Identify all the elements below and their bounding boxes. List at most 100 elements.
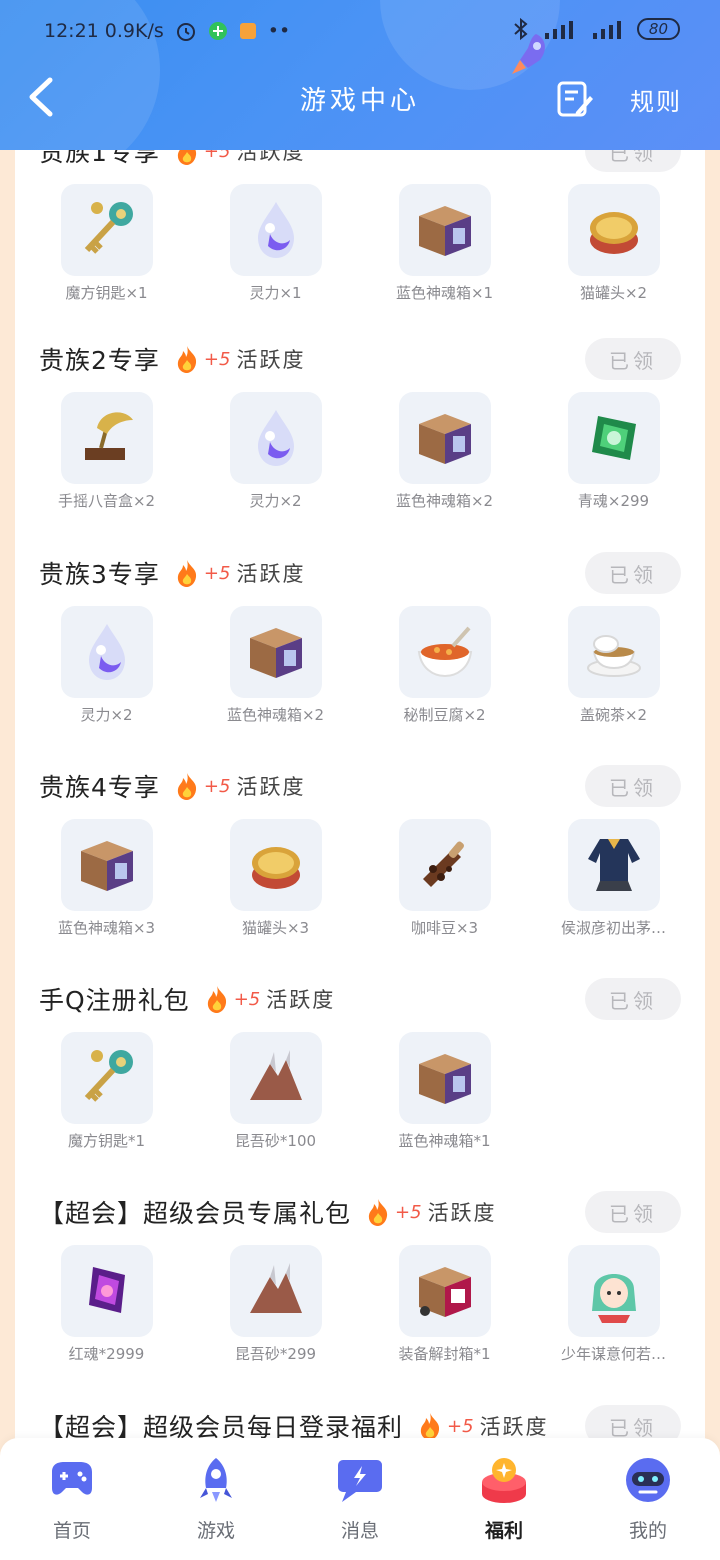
reward-item[interactable]: 蓝色神魂箱×2 bbox=[191, 606, 360, 725]
claimed-button[interactable]: 已领 bbox=[585, 552, 681, 594]
bonus-label: 活跃度 bbox=[236, 150, 306, 164]
status-bar: 12:21 0.9K/s •• 80 bbox=[0, 0, 720, 62]
item-label: 蓝色神魂箱×3 bbox=[57, 919, 156, 937]
blue-box-icon bbox=[418, 1054, 471, 1104]
reward-item[interactable]: 魔方钥匙×1 bbox=[22, 184, 191, 303]
tab-home[interactable]: 首页 bbox=[0, 1438, 144, 1560]
item-label: 秘制豆腐×2 bbox=[403, 706, 486, 724]
item-label: 侯淑彦初出茅… bbox=[560, 919, 666, 937]
reward-item[interactable]: 侯淑彦初出茅… bbox=[529, 819, 698, 938]
tab-label: 游戏 bbox=[196, 1520, 235, 1542]
sand-icon bbox=[249, 1050, 302, 1100]
reward-item[interactable]: 蓝色神魂箱*1 bbox=[360, 1032, 529, 1151]
tofu-icon bbox=[417, 626, 472, 678]
blue-box-icon bbox=[418, 414, 471, 464]
reward-item[interactable]: 魔方钥匙*1 bbox=[22, 1032, 191, 1151]
spirit-drop-icon bbox=[88, 624, 125, 680]
section-header: 贵族1专享 +5 活跃度 bbox=[39, 150, 305, 172]
status-time: 12:21 0.9K/s bbox=[44, 20, 164, 42]
key-icon bbox=[84, 202, 133, 254]
item-label: 猫罐头×3 bbox=[241, 919, 310, 937]
section-title: 【超会】超级会员专属礼包 bbox=[39, 1199, 352, 1228]
item-label: 蓝色神魂箱×1 bbox=[395, 284, 494, 302]
claimed-button[interactable]: 已领 bbox=[585, 150, 681, 172]
tab-welfare[interactable]: 福利 bbox=[432, 1438, 576, 1560]
claimed-button[interactable]: 已领 bbox=[585, 338, 681, 380]
claimed-button[interactable]: 已领 bbox=[585, 978, 681, 1020]
equip-box-icon bbox=[418, 1267, 471, 1317]
bonus-value: +5 bbox=[203, 150, 231, 162]
tab-games[interactable]: 游戏 bbox=[144, 1438, 288, 1560]
item-label: 魔方钥匙*1 bbox=[67, 1132, 146, 1150]
rocket-icon bbox=[200, 1458, 232, 1502]
bluetooth-icon bbox=[514, 17, 528, 41]
reward-item[interactable]: 猫罐头×3 bbox=[191, 819, 360, 938]
fire-icon bbox=[177, 346, 197, 373]
section-header: 贵族3专享 +5 活跃度 bbox=[39, 552, 305, 594]
item-label: 昆吾砂*100 bbox=[234, 1132, 317, 1150]
spirit-drop-icon bbox=[257, 202, 294, 258]
item-label: 蓝色神魂箱×2 bbox=[226, 706, 325, 724]
more-dots-icon: •• bbox=[267, 20, 291, 42]
item-label: 蓝色神魂箱*1 bbox=[398, 1132, 491, 1150]
fire-icon bbox=[177, 773, 197, 800]
bonus-label: 活跃度 bbox=[236, 562, 306, 586]
reward-item[interactable]: 红魂*2999 bbox=[22, 1245, 191, 1364]
reward-item[interactable]: 猫罐头×2 bbox=[529, 184, 698, 303]
wechat-notify-icon bbox=[208, 22, 227, 40]
bonus-label: 活跃度 bbox=[236, 775, 306, 799]
reward-item[interactable]: 青魂×299 bbox=[529, 392, 698, 511]
reward-item[interactable]: 装备解封箱*1 bbox=[360, 1245, 529, 1364]
tab-label: 我的 bbox=[628, 1520, 667, 1542]
item-label: 灵力×1 bbox=[249, 284, 302, 302]
fire-icon bbox=[177, 560, 197, 587]
reward-item[interactable]: 灵力×1 bbox=[191, 184, 360, 303]
bonus-value: +5 bbox=[203, 775, 231, 797]
reward-item[interactable]: 少年谋意何若… bbox=[529, 1245, 698, 1364]
avatar-icon bbox=[591, 1274, 636, 1323]
reward-item[interactable]: 蓝色神魂箱×2 bbox=[360, 392, 529, 511]
item-label: 盖碗茶×2 bbox=[579, 706, 648, 724]
rules-link[interactable]: 规则 bbox=[630, 82, 682, 117]
fire-icon bbox=[368, 1199, 388, 1226]
section-header: 【超会】超级会员每日登录福利 +5 活跃度 bbox=[39, 1405, 549, 1440]
item-row: 魔方钥匙×1 灵力×1 蓝色神魂箱×1 猫罐头×2 bbox=[15, 184, 705, 324]
spirit-drop-icon bbox=[257, 410, 294, 466]
reward-item[interactable]: 咖啡豆×3 bbox=[360, 819, 529, 938]
reward-item[interactable]: 蓝色神魂箱×3 bbox=[22, 819, 191, 938]
fire-icon bbox=[177, 150, 196, 165]
claimed-button[interactable]: 已领 bbox=[585, 1191, 681, 1233]
can-icon bbox=[589, 212, 638, 254]
section-header: 贵族4专享 +5 活跃度 bbox=[39, 765, 305, 807]
reward-item[interactable]: 秘制豆腐×2 bbox=[360, 606, 529, 725]
section-header: 贵族2专享 +5 活跃度 bbox=[39, 338, 305, 380]
fire-icon bbox=[207, 986, 226, 1013]
reward-item[interactable]: 灵力×2 bbox=[22, 606, 191, 725]
bonus-value: +5 bbox=[233, 988, 261, 1010]
bonus-label: 活跃度 bbox=[266, 988, 336, 1012]
edit-icon[interactable] bbox=[556, 80, 594, 118]
tab-mine[interactable]: 我的 bbox=[576, 1438, 720, 1560]
coffee-bean-icon bbox=[422, 841, 464, 887]
reward-item[interactable]: 手摇八音盒×2 bbox=[22, 392, 191, 511]
reward-item[interactable]: 盖碗茶×2 bbox=[529, 606, 698, 725]
tea-icon bbox=[586, 635, 641, 677]
reward-item[interactable]: 昆吾砂*299 bbox=[191, 1245, 360, 1364]
reward-item[interactable]: 蓝色神魂箱×1 bbox=[360, 184, 529, 303]
reward-item[interactable]: 灵力×2 bbox=[191, 392, 360, 511]
item-label: 魔方钥匙×1 bbox=[65, 284, 148, 302]
section-title: 贵族2专享 bbox=[39, 346, 160, 375]
section-title: 贵族3专享 bbox=[39, 560, 160, 589]
item-label: 猫罐头×2 bbox=[579, 284, 648, 302]
gamepad-icon bbox=[52, 1462, 92, 1495]
section-title: 手Q注册礼包 bbox=[39, 986, 190, 1015]
claimed-button[interactable]: 已领 bbox=[585, 765, 681, 807]
tab-messages[interactable]: 消息 bbox=[288, 1438, 432, 1560]
mi-app-icon bbox=[239, 23, 256, 39]
item-row: 红魂*2999 昆吾砂*299 装备解封箱*1 少年谋意何若… bbox=[15, 1245, 705, 1385]
blue-box-icon bbox=[249, 628, 302, 678]
claimed-button[interactable]: 已领 bbox=[585, 1405, 681, 1440]
tab-label: 福利 bbox=[484, 1520, 523, 1542]
can-icon bbox=[251, 847, 300, 889]
reward-item[interactable]: 昆吾砂*100 bbox=[191, 1032, 360, 1151]
